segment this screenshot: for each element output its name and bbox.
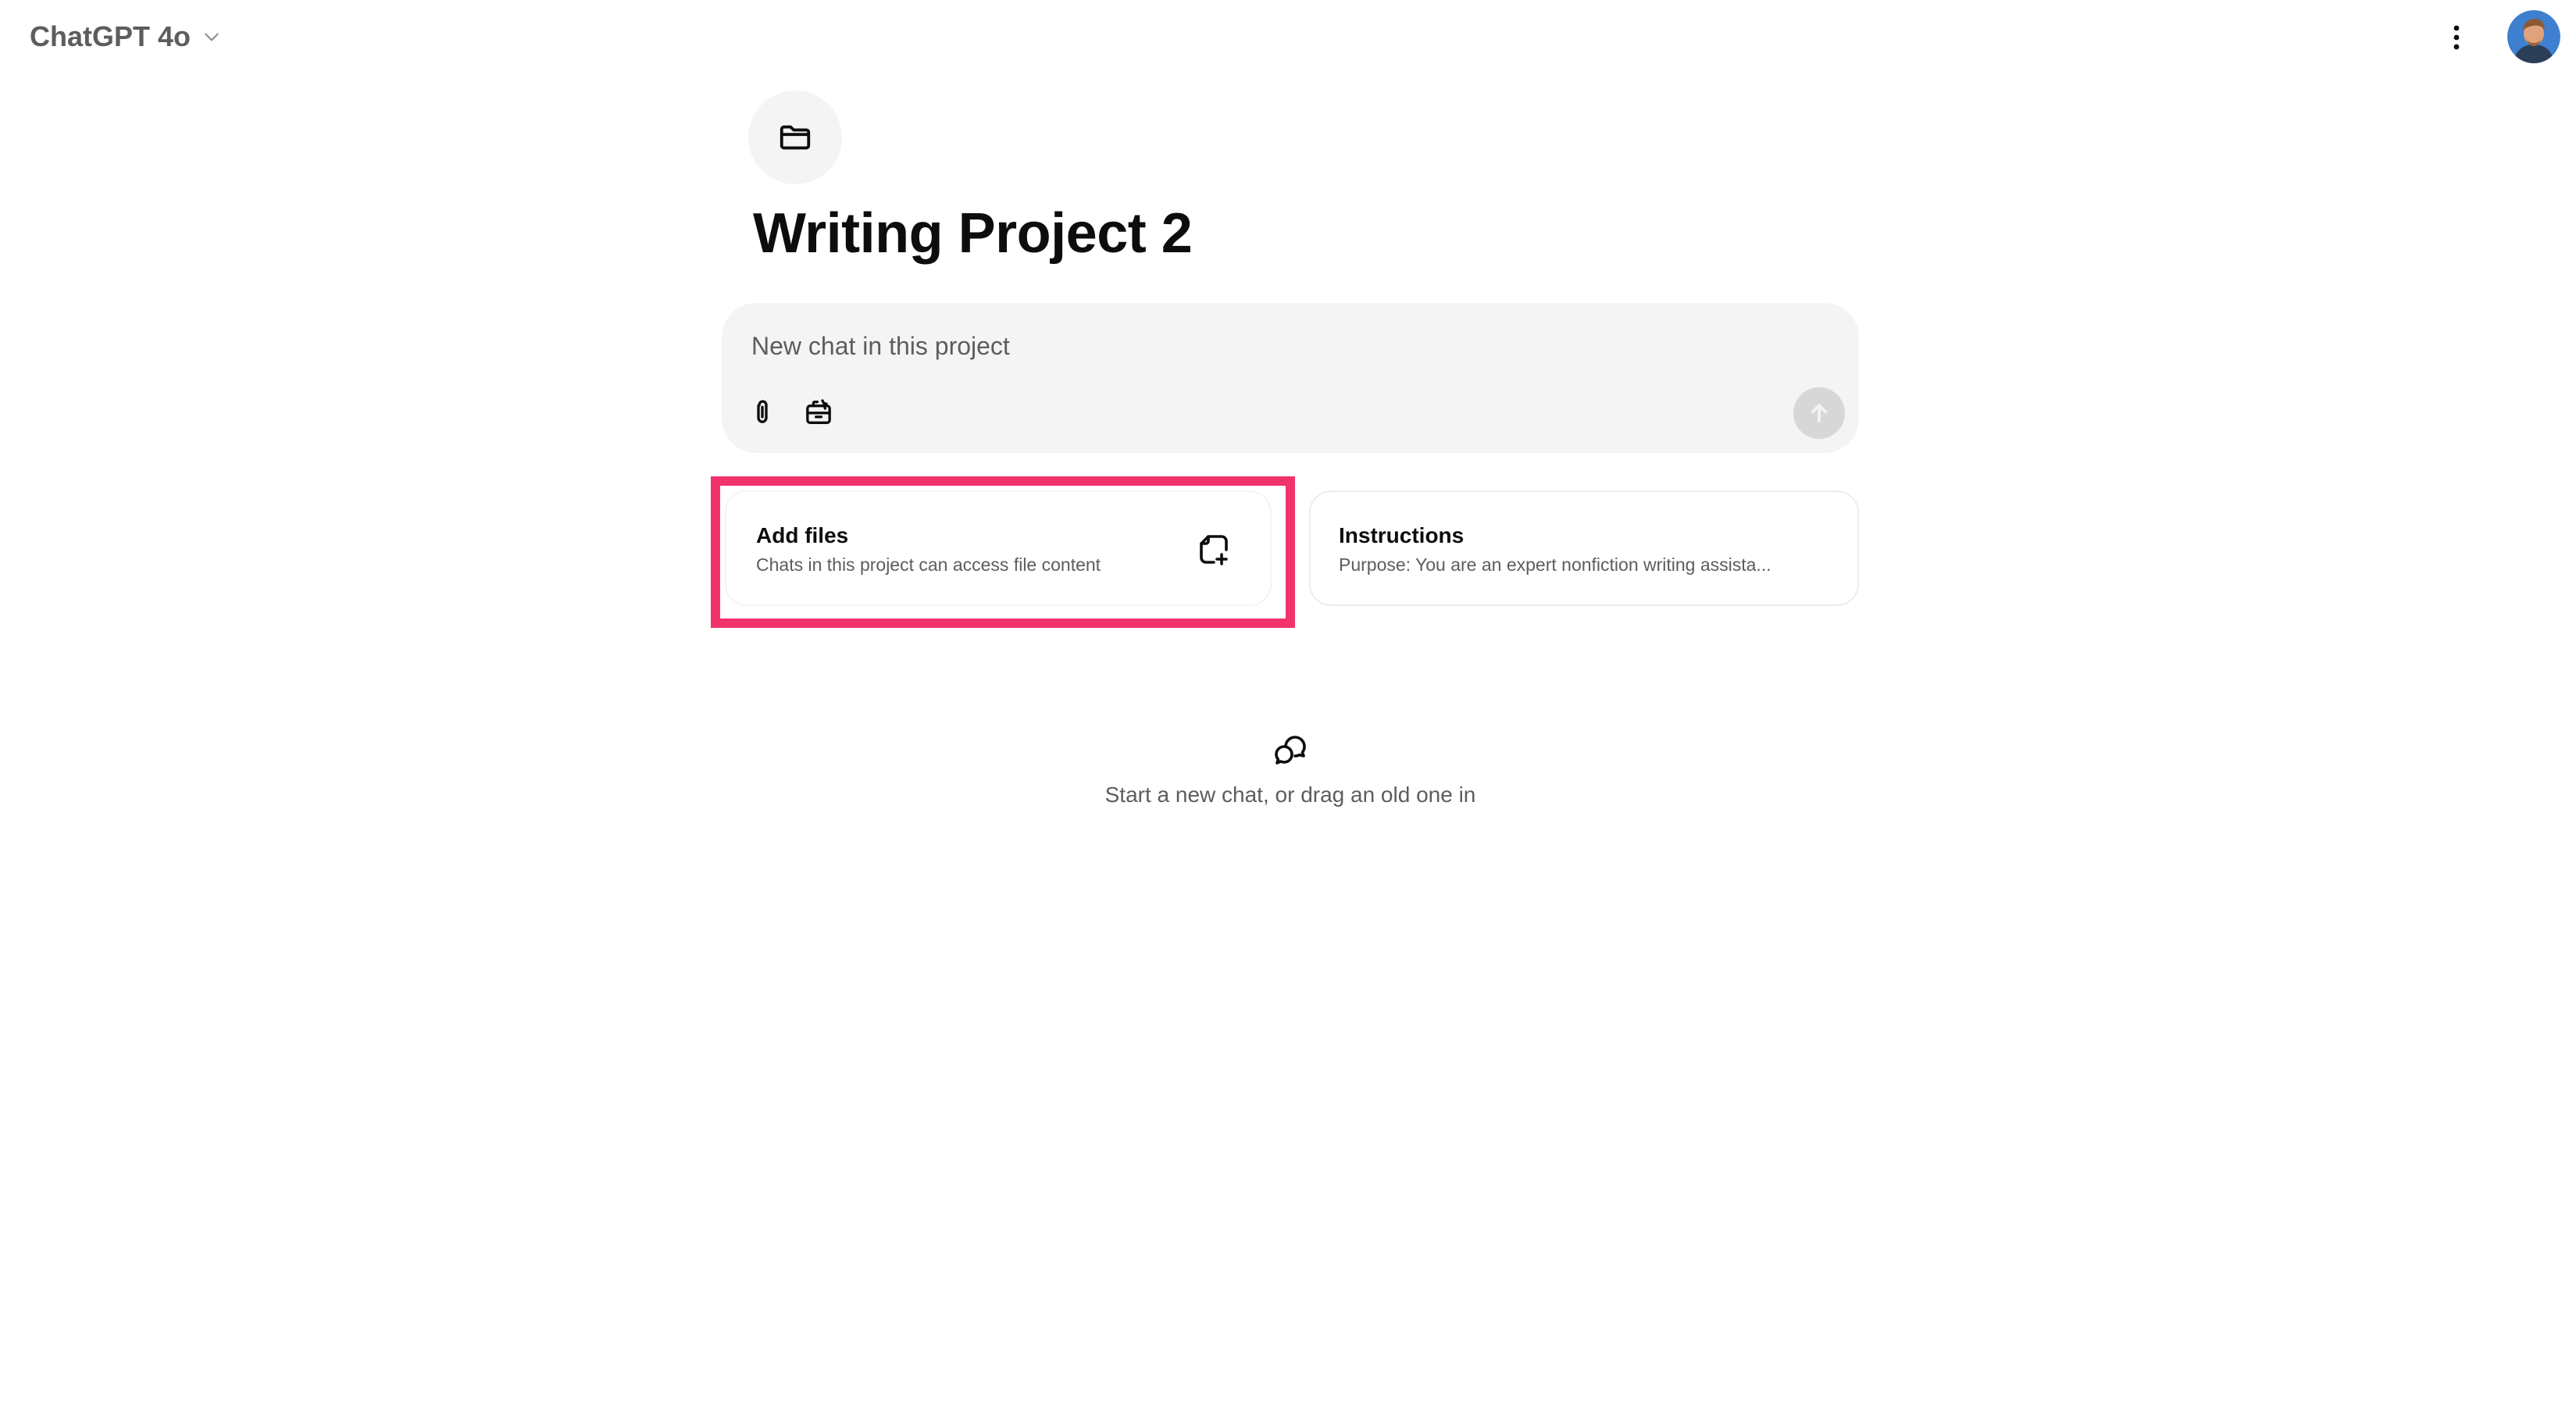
toolbox-icon xyxy=(806,399,831,424)
model-switcher[interactable]: ChatGPT 4o xyxy=(30,20,222,53)
chat-composer xyxy=(722,303,1859,453)
tools-button[interactable] xyxy=(797,390,840,434)
user-avatar[interactable] xyxy=(2507,10,2560,63)
send-button[interactable] xyxy=(1793,387,1845,439)
model-name: ChatGPT 4o xyxy=(30,20,191,52)
project-title[interactable]: Writing Project 2 xyxy=(753,201,1193,266)
chat-bubbles-icon xyxy=(1275,736,1306,765)
paperclip-icon xyxy=(757,400,768,423)
attach-button[interactable] xyxy=(740,390,784,434)
chatgpt-project-page: ChatGPT 4o Writing Project 2 New chat in… xyxy=(0,0,2576,1401)
add-files-card[interactable]: Add files Chats in this project can acce… xyxy=(725,490,1272,606)
folder-icon xyxy=(780,125,811,150)
more-options-button[interactable] xyxy=(2445,19,2468,56)
add-file-icon xyxy=(1200,535,1228,565)
project-icon-button[interactable] xyxy=(748,91,842,184)
add-files-title: Add files xyxy=(756,523,849,547)
instructions-preview: Purpose: You are an expert nonfiction wr… xyxy=(1339,554,1771,575)
chevron-down-icon xyxy=(205,33,219,41)
avatar-image xyxy=(2507,10,2560,63)
empty-state-text: Start a new chat, or drag an old one in xyxy=(1104,782,1476,807)
instructions-card[interactable]: Instructions Purpose: You are an expert … xyxy=(1309,490,1859,606)
add-files-subtitle: Chats in this project can access file co… xyxy=(756,554,1101,575)
arrow-up-icon xyxy=(1811,404,1828,422)
instructions-title: Instructions xyxy=(1339,523,1465,547)
new-chat-input[interactable] xyxy=(750,322,1690,370)
kebab-menu-icon xyxy=(2453,25,2460,50)
